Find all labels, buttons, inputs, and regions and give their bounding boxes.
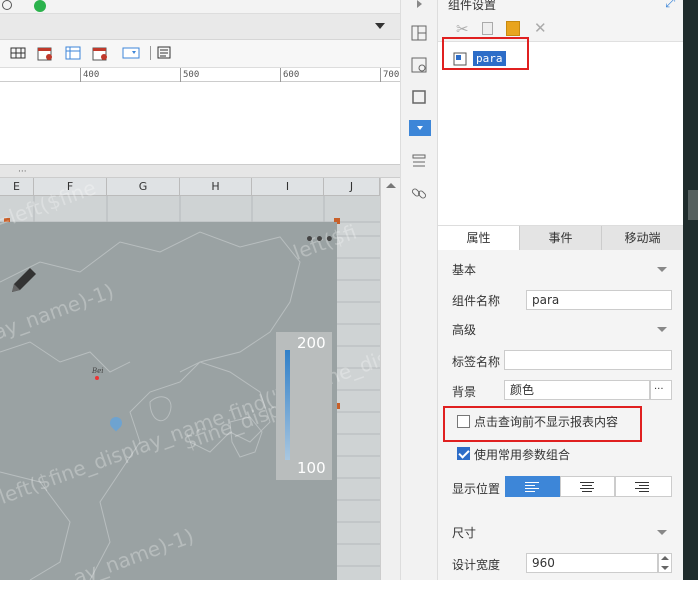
collapse-arrow-icon[interactable] bbox=[417, 0, 422, 8]
grid-widget-icon[interactable] bbox=[10, 45, 26, 61]
background-scrollbar bbox=[688, 190, 698, 220]
design-width-stepper[interactable] bbox=[658, 553, 672, 573]
stepper-down-icon[interactable] bbox=[661, 566, 669, 570]
top-strip bbox=[0, 0, 400, 14]
background-window-strip bbox=[683, 0, 698, 580]
use-common-params-checkbox[interactable] bbox=[457, 447, 470, 460]
check-icon[interactable] bbox=[34, 0, 46, 12]
align-center-icon bbox=[580, 482, 594, 483]
link-icon[interactable] bbox=[410, 184, 428, 202]
stepper-up-icon[interactable] bbox=[661, 556, 669, 560]
background-label: 背景 bbox=[452, 385, 477, 399]
parameter-canvas[interactable] bbox=[0, 82, 400, 164]
search-icon[interactable] bbox=[2, 0, 12, 10]
frame-icon[interactable] bbox=[410, 88, 428, 106]
widget-toolbar bbox=[0, 40, 400, 68]
pane-splitter[interactable]: ··· bbox=[0, 164, 400, 178]
property-tabs: 属性 事件 移动端 bbox=[438, 226, 683, 250]
tag-name-input[interactable] bbox=[504, 350, 672, 370]
background-more-button[interactable]: ··· bbox=[650, 380, 672, 400]
copy-icon[interactable] bbox=[482, 22, 493, 35]
section-advanced-label: 高级 bbox=[452, 323, 477, 337]
section-size[interactable]: 尺寸 bbox=[445, 522, 677, 544]
tab-properties[interactable]: 属性 bbox=[438, 226, 520, 250]
side-icon-bar bbox=[400, 0, 438, 580]
expand-icon[interactable]: ⤢ bbox=[665, 0, 675, 11]
chevron-down-icon[interactable] bbox=[657, 327, 667, 332]
paste-icon[interactable] bbox=[506, 21, 520, 36]
chevron-down-icon[interactable] bbox=[657, 530, 667, 535]
splitter-handle-icon[interactable]: ··· bbox=[18, 167, 27, 177]
cut-icon[interactable]: ✂ bbox=[456, 20, 469, 38]
tag-name-label: 标签名称 bbox=[452, 355, 501, 369]
column-header-cell[interactable]: I bbox=[252, 178, 324, 196]
widget-manager-icon[interactable] bbox=[410, 56, 428, 74]
delete-icon[interactable]: ✕ bbox=[534, 19, 547, 37]
list-icon[interactable] bbox=[410, 152, 428, 170]
align-center-button[interactable] bbox=[560, 476, 615, 497]
highlight-box bbox=[442, 37, 529, 70]
legend-gradient-bar bbox=[285, 350, 290, 460]
section-size-label: 尺寸 bbox=[452, 526, 477, 540]
parameter-widget-icon[interactable] bbox=[409, 120, 431, 136]
background-select[interactable]: 颜色 bbox=[504, 380, 650, 400]
widget-name-input[interactable]: para bbox=[526, 290, 672, 310]
datetime-widget-icon[interactable] bbox=[92, 45, 108, 61]
highlight-box bbox=[443, 406, 642, 442]
chevron-down-icon[interactable] bbox=[657, 267, 667, 272]
align-right-icon bbox=[635, 482, 649, 483]
design-width-input[interactable]: 960 bbox=[526, 553, 658, 573]
ruler-tick: 500 bbox=[183, 70, 200, 80]
design-width-label: 设计宽度 bbox=[452, 558, 501, 572]
more-options-icon[interactable]: ••• bbox=[305, 232, 335, 248]
display-position-label: 显示位置 bbox=[452, 482, 501, 496]
map-legend[interactable]: 200 100 bbox=[276, 332, 332, 480]
toolbar-separator bbox=[150, 46, 151, 60]
ruler-tick: 400 bbox=[83, 70, 100, 80]
horizontal-ruler: 400 500 600 700 bbox=[0, 68, 400, 82]
table-widget-icon[interactable] bbox=[65, 45, 81, 61]
layout-icon[interactable] bbox=[410, 24, 428, 42]
use-common-params-label[interactable]: 使用常用参数组合 bbox=[474, 446, 570, 463]
section-advanced[interactable]: 高级 bbox=[445, 319, 677, 341]
section-basic-label: 基本 bbox=[452, 263, 477, 277]
panel-title: 组件设置 bbox=[448, 0, 497, 12]
column-header-cell[interactable]: H bbox=[180, 178, 252, 196]
map-city-label: Bei bbox=[92, 367, 104, 375]
pencil-icon[interactable] bbox=[8, 264, 40, 296]
align-left-icon bbox=[525, 482, 539, 483]
tab-mobile[interactable]: 移动端 bbox=[602, 226, 683, 250]
list-widget-icon[interactable] bbox=[157, 45, 173, 61]
align-right-button[interactable] bbox=[615, 476, 672, 497]
ruler-tick: 700 bbox=[383, 70, 400, 80]
column-header-cell[interactable]: E bbox=[0, 178, 34, 196]
tab-events[interactable]: 事件 bbox=[520, 226, 602, 250]
vertical-scrollbar[interactable] bbox=[380, 178, 400, 580]
toolbar-menu-icon[interactable] bbox=[375, 23, 385, 29]
section-basic[interactable]: 基本 bbox=[445, 259, 677, 281]
legend-min-label: 100 bbox=[297, 459, 326, 477]
ruler-tick: 600 bbox=[283, 70, 300, 80]
toolbar-secondary bbox=[0, 14, 400, 40]
widget-name-label: 组件名称 bbox=[452, 294, 501, 308]
column-header-cell[interactable]: G bbox=[107, 178, 180, 196]
column-header-cell[interactable]: J bbox=[324, 178, 380, 196]
align-left-button[interactable] bbox=[505, 476, 560, 497]
date-widget-icon[interactable] bbox=[37, 45, 53, 61]
combo-widget-icon[interactable] bbox=[122, 45, 140, 61]
scroll-up-icon[interactable] bbox=[386, 183, 396, 188]
legend-max-label: 200 bbox=[297, 334, 326, 352]
